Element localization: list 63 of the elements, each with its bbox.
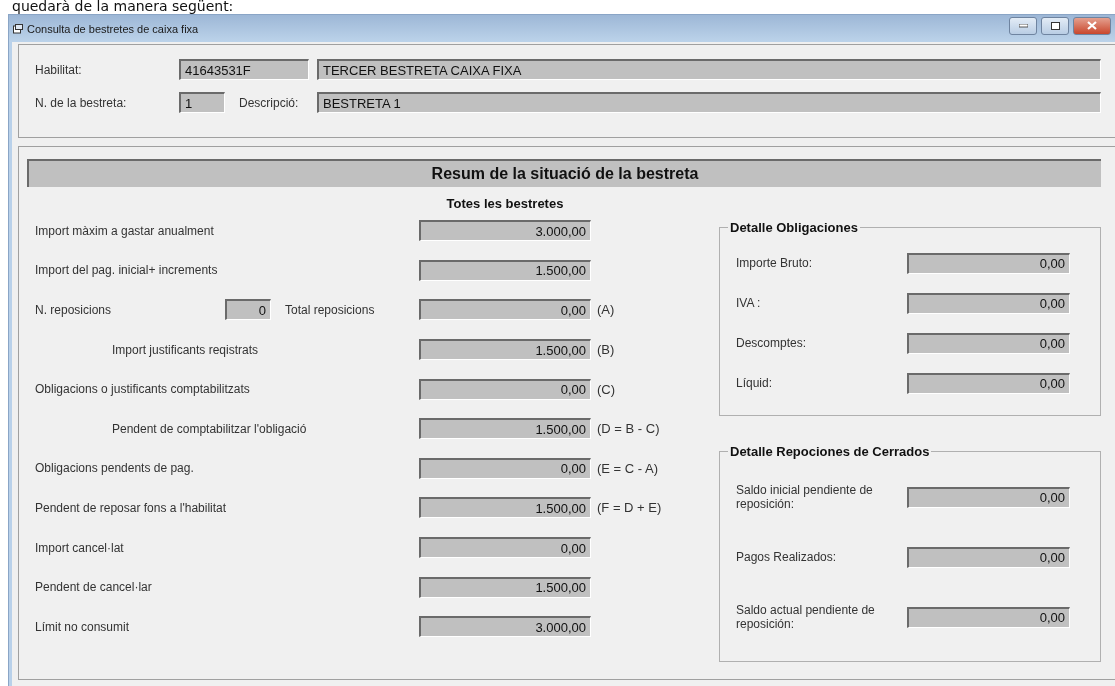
amount-field: 1.500,00 (419, 339, 591, 361)
code-field: 41643531F (179, 59, 309, 80)
field-label: Descripció: (238, 95, 300, 110)
column-heading: Totes les bestretes (445, 196, 565, 211)
field-label: N. de la bestreta: (35, 95, 128, 110)
row-label: N. reposicions (35, 303, 113, 317)
formula-label: (F = D + E) (597, 500, 662, 516)
amount-field: 3.000,00 (419, 616, 591, 638)
amount-field: 0,00 (907, 292, 1070, 314)
row-label: Pendent de cancel·lar (35, 580, 153, 595)
window-title: Consulta de bestretes de caixa fixa (27, 22, 200, 35)
row-label: Pendent de comptabilitzar l'obligació (112, 421, 308, 436)
row-label: Import justificants reqistrats (112, 342, 260, 357)
app-icon (13, 23, 23, 34)
amount-field: 0,00 (907, 546, 1070, 568)
description-field: BESTRETA 1 (317, 92, 1101, 113)
amount-field: 0,00 (419, 457, 591, 479)
row-label: Import cancel·lat (35, 540, 125, 555)
amount-field: 0,00 (907, 332, 1070, 354)
amount-field: 0,00 (907, 486, 1070, 508)
group-title: Detalle Repociones de Cerrados (729, 444, 931, 459)
row-label: Import màxim a gastar anualment (35, 223, 215, 238)
field-label: IVA : (736, 296, 762, 310)
amount-field: 1.500,00 (419, 259, 591, 281)
row-label: Obligacions o justificants comptabilitzats (35, 382, 251, 397)
field-label: Líquid: (736, 376, 774, 390)
formula-label: (C) (597, 381, 616, 397)
amount-field: 0,00 (907, 252, 1070, 274)
amount-field: 0,00 (907, 606, 1070, 628)
formula-label: (E = C - A) (597, 460, 659, 476)
amount-field: 0,00 (419, 299, 591, 321)
group-title: Detalle Obligaciones (729, 220, 859, 235)
field-label: Saldo inicial pendiente de reposición: (736, 483, 874, 511)
formula-label: (B) (597, 342, 615, 358)
amount-field: 0,00 (907, 372, 1070, 394)
close-button[interactable] (1073, 16, 1111, 35)
maximize-icon (1050, 21, 1060, 30)
amount-field: 3.000,00 (419, 220, 591, 242)
row-label: Obligacions pendents de pag. (35, 461, 195, 476)
row-label: Límit no consumit (35, 619, 131, 634)
number-field: 1 (179, 92, 225, 113)
name-field: TERCER BESTRETA CAIXA FIXA (317, 59, 1101, 80)
formula-label: (D = B - C) (597, 421, 660, 437)
document-text: quedarà de la manera següent: (11, 0, 235, 14)
field-label: Importe Bruto: (736, 256, 814, 270)
close-icon (1087, 21, 1097, 30)
field-label: Saldo actual pendiente de reposición: (736, 603, 876, 631)
section-title: Resum de la situació de la bestreta (27, 159, 1101, 187)
minimize-icon (1018, 23, 1028, 28)
amount-field: 0,00 (419, 537, 591, 559)
amount-field: 0,00 (419, 378, 591, 400)
row-label: Pendent de reposar fons a l'habilitat (35, 500, 228, 515)
field-label: Pagos Realizados: (736, 550, 838, 564)
row-label: Import del pag. inicial+ increments (35, 263, 219, 278)
amount-field: 1.500,00 (419, 497, 591, 519)
field-label: Habilitat: (35, 62, 83, 77)
amount-field: 1.500,00 (419, 418, 591, 440)
field-label: Descomptes: (736, 336, 808, 350)
row-label: Total reposicions (284, 303, 376, 317)
amount-field: 1.500,00 (419, 576, 591, 598)
count-field: 0 (225, 299, 271, 321)
maximize-button[interactable] (1041, 16, 1069, 35)
formula-label: (A) (597, 302, 615, 318)
